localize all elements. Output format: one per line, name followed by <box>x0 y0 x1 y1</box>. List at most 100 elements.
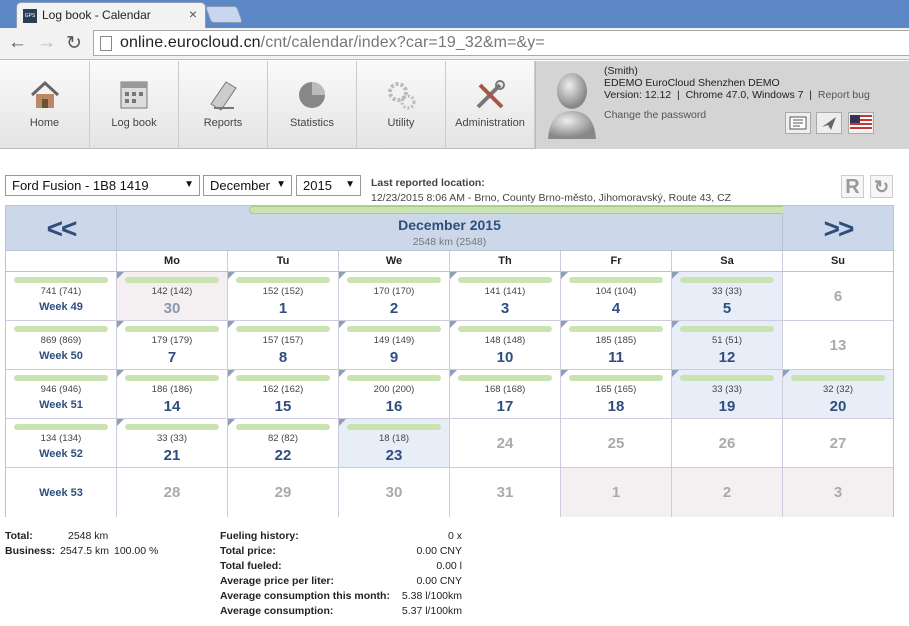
next-month-button[interactable]: >> <box>783 206 893 251</box>
day-number: 29 <box>274 484 292 501</box>
total-value: 2548 km <box>68 530 109 542</box>
week-number[interactable]: Week 50 <box>6 350 116 362</box>
stat-value: 5.37 l/100km <box>401 605 462 617</box>
day-cell[interactable]: 185 (185) 11 <box>561 321 672 370</box>
week-cell[interactable]: 134 (134) Week 52 <box>6 419 117 468</box>
day-cell[interactable]: 24 <box>450 419 561 468</box>
day-cell[interactable]: 168 (168) 17 <box>450 370 561 419</box>
day-cell[interactable]: 200 (200) 16 <box>339 370 450 419</box>
week-number[interactable]: Week 52 <box>6 448 116 460</box>
day-cell[interactable]: 104 (104) 4 <box>561 272 672 321</box>
day-km-bar <box>569 277 663 283</box>
day-cell[interactable]: 26 <box>672 419 783 468</box>
day-km: 141 (141) <box>484 286 526 297</box>
refresh-icon[interactable]: ↻ <box>870 175 893 198</box>
day-cell[interactable]: 33 (33) 21 <box>117 419 228 468</box>
day-cell[interactable]: 51 (51) 12 <box>672 321 783 370</box>
day-km-bar <box>125 375 219 381</box>
nav-statistics[interactable]: Statistics <box>268 61 357 149</box>
week-number[interactable]: Week 49 <box>6 301 116 313</box>
nav-utility[interactable]: Utility <box>357 61 446 149</box>
day-number: 22 <box>274 447 292 464</box>
day-cell[interactable]: 31 <box>450 468 561 517</box>
user-avatar-icon <box>548 73 596 139</box>
day-cell[interactable]: 6 <box>783 272 893 321</box>
day-km: 148 (148) <box>484 335 526 346</box>
day-km: 185 (185) <box>595 335 637 346</box>
notes-icon[interactable] <box>785 112 811 134</box>
day-cell[interactable]: 157 (157) 8 <box>228 321 339 370</box>
r-button[interactable]: R <box>841 175 864 198</box>
day-cell[interactable]: 13 <box>783 321 893 370</box>
day-cell[interactable]: 33 (33) 19 <box>672 370 783 419</box>
close-tab-icon[interactable]: × <box>189 6 197 22</box>
week-cell[interactable]: 741 (741) Week 49 <box>6 272 117 321</box>
day-cell[interactable]: 25 <box>561 419 672 468</box>
day-cell[interactable]: 179 (179) 7 <box>117 321 228 370</box>
day-cell[interactable]: 82 (82) 22 <box>228 419 339 468</box>
day-cell[interactable]: 3 <box>783 468 893 517</box>
url-path: /cnt/calendar/index?car=19_32&m=&y= <box>260 34 545 51</box>
day-cell[interactable]: 162 (162) 15 <box>228 370 339 419</box>
nav-administration[interactable]: Administration <box>446 61 535 149</box>
forward-arrow-icon[interactable]: → <box>37 32 56 54</box>
day-cell[interactable]: 170 (170) 2 <box>339 272 450 321</box>
back-arrow-icon[interactable]: ← <box>8 32 27 54</box>
day-header: Th <box>450 251 561 272</box>
year-select[interactable]: 2015 ▼ <box>296 175 361 196</box>
prev-month-button[interactable]: << <box>6 206 117 251</box>
report-bug-link[interactable]: Report bug <box>818 89 870 101</box>
day-cell[interactable]: 152 (152) 1 <box>228 272 339 321</box>
day-cell[interactable]: 2 <box>672 468 783 517</box>
day-number: 7 <box>167 349 177 366</box>
day-cell[interactable]: 141 (141) 3 <box>450 272 561 321</box>
week-cell[interactable]: 946 (946) Week 51 <box>6 370 117 419</box>
day-number: 18 <box>607 398 625 415</box>
day-number: 19 <box>718 398 736 415</box>
day-corner-marker <box>228 419 235 426</box>
url-input[interactable]: online.eurocloud.cn/cnt/calendar/index?c… <box>93 30 909 56</box>
day-cell[interactable]: 142 (142) 30 <box>117 272 228 321</box>
day-km: 33 (33) <box>711 384 743 395</box>
day-cell[interactable]: 30 <box>339 468 450 517</box>
week-number[interactable]: Week 53 <box>6 487 116 499</box>
day-km-bar <box>236 375 330 381</box>
stat-label: Average consumption: <box>220 605 334 617</box>
day-cell[interactable]: 186 (186) 14 <box>117 370 228 419</box>
stat-label: Fueling history: <box>220 530 299 542</box>
us-flag-icon[interactable] <box>848 112 874 134</box>
month-select[interactable]: December ▼ <box>203 175 292 196</box>
week-km-bar <box>14 277 108 283</box>
day-corner-marker <box>228 321 235 328</box>
day-cell[interactable]: 149 (149) 9 <box>339 321 450 370</box>
tab-title: Log book - Calendar <box>42 8 151 22</box>
day-cell[interactable]: 18 (18) 23 <box>339 419 450 468</box>
day-cell[interactable]: 33 (33) 5 <box>672 272 783 321</box>
day-cell[interactable]: 29 <box>228 468 339 517</box>
day-cell[interactable]: 28 <box>117 468 228 517</box>
stat-label: Average price per liter: <box>220 575 334 587</box>
new-tab-button[interactable] <box>204 6 244 23</box>
change-password-link[interactable]: Change the password <box>604 109 706 121</box>
last-location-value: 12/23/2015 8:06 AM - Brno, County Brno-m… <box>371 192 732 204</box>
week-cell[interactable]: Week 53 <box>6 468 117 517</box>
reload-icon[interactable]: ↻ <box>66 32 82 55</box>
day-km-bar <box>347 326 441 332</box>
day-header: Tu <box>228 251 339 272</box>
day-cell[interactable]: 27 <box>783 419 893 468</box>
car-select[interactable]: Ford Fusion - 1B8 1419 ▼ <box>5 175 200 196</box>
day-cell[interactable]: 32 (32) 20 <box>783 370 893 419</box>
day-cell[interactable]: 165 (165) 18 <box>561 370 672 419</box>
send-icon[interactable] <box>816 112 842 134</box>
browser-tab[interactable]: GPS Log book - Calendar × <box>16 2 206 28</box>
day-cell[interactable]: 148 (148) 10 <box>450 321 561 370</box>
day-cell[interactable]: 1 <box>561 468 672 517</box>
week-cell[interactable]: 869 (869) Week 50 <box>6 321 117 370</box>
nav-log-book[interactable]: Log book <box>90 61 179 149</box>
day-number: 1 <box>611 484 621 501</box>
day-km: 51 (51) <box>711 335 743 346</box>
day-km: 170 (170) <box>373 286 415 297</box>
week-number[interactable]: Week 51 <box>6 399 116 411</box>
nav-home[interactable]: Home <box>0 61 90 149</box>
nav-reports[interactable]: Reports <box>179 61 268 149</box>
